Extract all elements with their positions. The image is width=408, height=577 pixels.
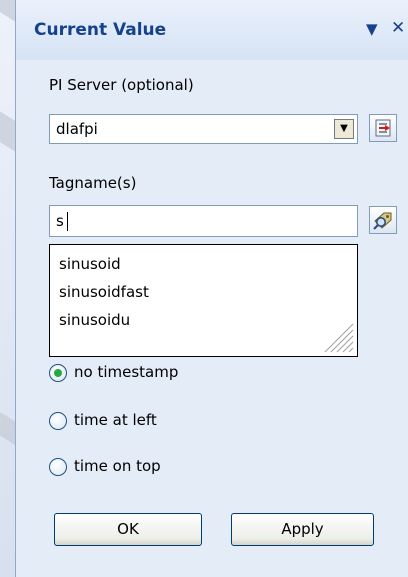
pi-server-value: dlafpi [56,120,98,138]
combobox-dropdown-arrow-icon[interactable]: ▼ [334,119,354,139]
radio-button[interactable] [49,458,67,476]
ok-button[interactable]: OK [54,513,202,546]
pi-server-combobox[interactable]: dlafpi ▼ [49,114,358,144]
tagnames-label: Tagname(s) [49,174,137,192]
server-connect-button[interactable] [369,114,397,142]
autocomplete-item[interactable]: sinusoidfast [59,283,149,301]
apply-button[interactable]: Apply [231,513,374,546]
radio-label: no timestamp [74,363,179,381]
radio-button[interactable] [49,412,67,430]
tagnames-input[interactable]: s [49,205,358,237]
resize-grip-icon[interactable] [319,318,355,354]
radio-button-selected[interactable] [49,364,67,382]
current-value-task-pane: Current Value ▼ ✕ PI Server (optional) d… [15,0,408,577]
autocomplete-item[interactable]: sinusoid [59,255,121,273]
task-pane-title-bar: Current Value ▼ ✕ [16,0,408,60]
pi-server-label: PI Server (optional) [49,76,194,94]
text-caret [67,212,68,231]
pane-options-dropdown-icon[interactable]: ▼ [366,20,378,38]
task-pane-title: Current Value [34,20,167,40]
tagname-autocomplete-list: sinusoid sinusoidfast sinusoidu [49,244,358,357]
tag-search-button[interactable] [369,206,397,234]
tagnames-input-value: s [56,212,64,230]
tag-search-icon [373,212,392,230]
close-pane-icon[interactable]: ✕ [391,18,405,38]
server-connect-icon [375,119,391,137]
radio-label: time on top [74,457,161,475]
radio-selected-dot [54,369,62,377]
autocomplete-item[interactable]: sinusoidu [59,311,130,329]
radio-label: time at left [74,411,157,429]
